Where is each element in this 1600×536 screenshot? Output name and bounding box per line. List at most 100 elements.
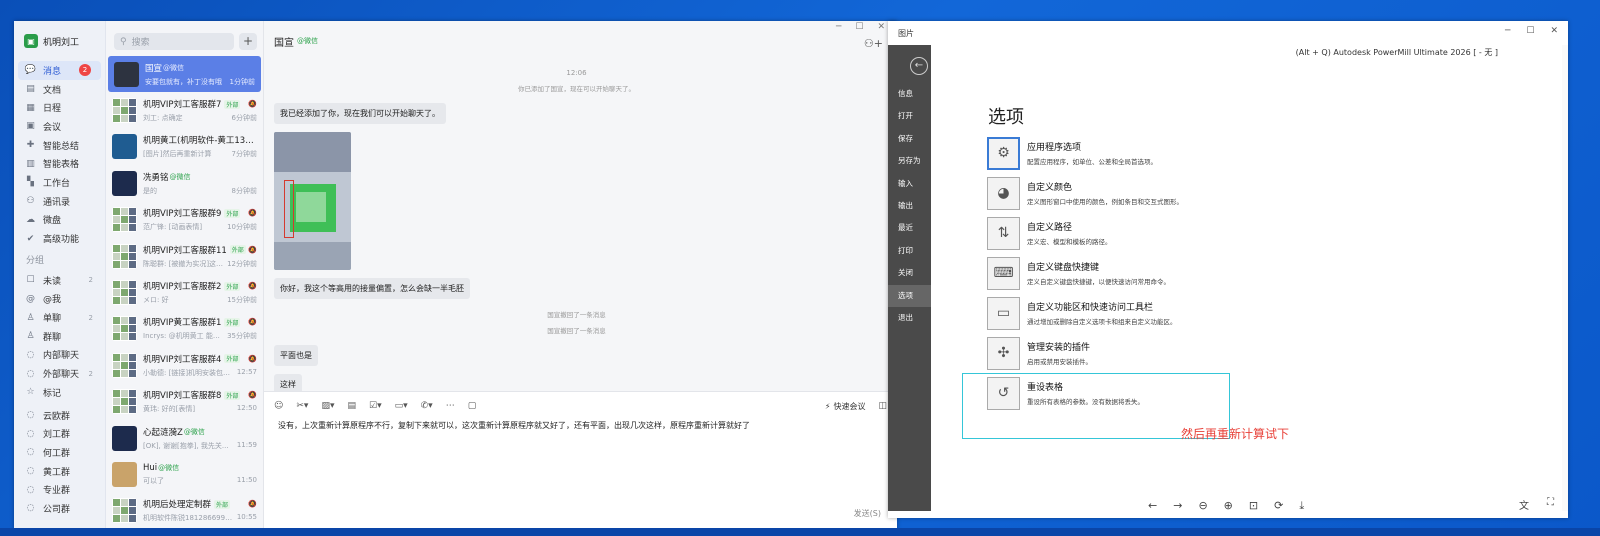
group-item-2[interactable]: ♙ 单聊 2 — [14, 308, 105, 327]
fit-icon[interactable]: ⊡ — [1249, 499, 1258, 512]
conversation-item[interactable]: 机明VIP刘工客服群4 外部 🔕 小勒德: [链接]机明安装包和... 12:57 — [106, 347, 263, 383]
folder-item-4[interactable]: ◌ 专业群 — [14, 480, 105, 499]
folder-item-3[interactable]: ◌ 黄工群 — [14, 462, 105, 481]
zoom-out-icon[interactable]: ⊖ — [1198, 499, 1207, 512]
minimize-icon[interactable]: ─ — [1505, 26, 1510, 36]
backstage-item[interactable]: 输入 — [888, 173, 931, 195]
sidebar-item-6[interactable]: ▚ 工作台 — [14, 173, 105, 192]
more-icon[interactable]: ⋯ — [446, 401, 455, 411]
option-item[interactable]: ✣ 管理安装的插件 启用或禁用安装插件。 — [987, 333, 1267, 373]
group-item-5[interactable]: ◌ 外部聊天 2 — [14, 364, 105, 383]
rotate-icon[interactable]: ⟳ — [1274, 499, 1283, 512]
option-item[interactable]: ◕ 自定义颜色 定义图形窗口中使用的颜色，例如条目和交互式图形。 — [987, 173, 1267, 213]
add-button[interactable]: + — [239, 33, 257, 50]
message-icon: 💬 — [24, 65, 37, 76]
sidebar-item-2[interactable]: ▦ 日程 — [14, 98, 105, 117]
quick-meeting-label: 快速会议 — [833, 401, 866, 411]
backstage-item[interactable]: 关闭 — [888, 262, 931, 284]
message-bubble[interactable]: 我已经添加了你，现在我们可以开始聊天了。 — [274, 103, 446, 124]
fullscreen-icon[interactable]: ⛶ — [1547, 497, 1554, 512]
backstage-item[interactable]: 选项 — [888, 284, 931, 307]
maximize-icon[interactable]: ☐ — [855, 22, 863, 32]
sidebar-item-5[interactable]: ▥ 智能表格 — [14, 154, 105, 173]
message-bubble[interactable]: 平面也是 — [274, 345, 318, 366]
profile[interactable]: ▣ 机明刘工 — [14, 21, 105, 61]
sidebar-item-7[interactable]: ⚇ 通讯录 — [14, 192, 105, 211]
next-icon[interactable]: → — [1173, 499, 1182, 512]
conversation-item[interactable]: 机明VIP刘工客服群2 外部 🔕 メロ: 好 15分钟前 — [106, 274, 263, 310]
backstage-item[interactable]: 另存为 — [888, 150, 931, 172]
folder-item-2[interactable]: ◌ 何工群 — [14, 443, 105, 462]
sidebar-item-1[interactable]: ▤ 文档 — [14, 80, 105, 99]
conversation-text: 机明后处理定制群 外部 🔕 机明软件陈锐1812866998... 10:55 — [143, 498, 257, 523]
group-item-6[interactable]: ☆ 标记 — [14, 383, 105, 402]
folder-item-1[interactable]: ◌ 刘工群 — [14, 424, 105, 443]
option-item[interactable]: ⌨ 自定义键盘快捷键 定义自定义键盘快捷键，以便快速访问常用命令。 — [987, 253, 1267, 293]
folder-item-0[interactable]: ◌ 云欧群 — [14, 406, 105, 425]
quick-meeting-button[interactable]: ⚡ 快速会议 — [825, 401, 866, 412]
add-member-icon[interactable]: ⚇+ — [864, 37, 883, 50]
phone-icon[interactable]: ✆▾ — [421, 401, 433, 411]
message-input[interactable]: 没有，上次重新计算原程序不行，复制下来就可以，这次重新计算原程序就又好了，还有平… — [264, 414, 897, 437]
conversation-item[interactable]: 机明后处理定制群 外部 🔕 机明软件陈锐1812866998... 10:55 — [106, 493, 263, 529]
sidebar-item-9[interactable]: ✔ 高级功能 — [14, 229, 105, 248]
conversation-item[interactable]: 机明黄工(机明软件-黄工13688... [图片]然后再重新计算 7分钟前 — [106, 129, 263, 165]
checklist-icon[interactable]: ☑▾ — [369, 401, 382, 411]
message-bubble[interactable]: 你好，我这个等高用的接量偏置，怎么会缺一半毛胚 — [274, 278, 470, 299]
backstage-item[interactable]: 退出 — [888, 307, 931, 329]
sidebar-item-0[interactable]: 💬 消息 2 — [18, 61, 101, 80]
back-arrow-icon[interactable]: ← — [910, 57, 928, 75]
option-item[interactable]: ⚙ 应用程序选项 配置应用程序，如单位、公差和全局首选项。 — [987, 133, 1267, 173]
image-icon[interactable]: ▨▾ — [321, 401, 334, 411]
folder-icon[interactable]: ▭▾ — [395, 401, 408, 411]
conversation-time: 7分钟前 — [231, 150, 257, 159]
conversation-item[interactable]: 机明VIP刘工客服群9 外部 🔕 范广锋: [动画表情] 10分钟前 — [106, 202, 263, 238]
backstage-item[interactable]: 输出 — [888, 195, 931, 217]
scrollbar[interactable] — [1562, 45, 1568, 511]
wechat-tag: @微信 — [158, 463, 180, 472]
conversation-item[interactable]: 冼勇铭 @微信 是的 8分钟前 — [106, 165, 263, 201]
scissors-icon[interactable]: ✂▾ — [296, 401, 308, 411]
sidebar-toggle-icon[interactable]: ◫ — [878, 401, 887, 411]
zoom-in-icon[interactable]: ⊕ — [1224, 499, 1233, 512]
backstage-item[interactable]: 信息 — [888, 83, 931, 105]
wecom-window: ▣ 机明刘工 💬 消息 2 ▤ 文档 ▦ 日程 ▣ 会议 ✚ 智能总结 ▥ 智能表格 ▚ 工作台 ⚇ 通讯录 ☁ 微… — [14, 21, 897, 529]
close-icon[interactable]: ✕ — [1550, 26, 1558, 36]
message-image[interactable] — [274, 132, 351, 270]
group-item-3[interactable]: ♙ 群聊 — [14, 327, 105, 346]
avatar — [112, 207, 137, 233]
maximize-icon[interactable]: ☐ — [1526, 26, 1534, 36]
backstage-item[interactable]: 保存 — [888, 128, 931, 150]
conversation-item[interactable]: Hui @微信 可以了 11:50 — [106, 456, 263, 492]
bubble-icon[interactable]: ▢ — [468, 401, 477, 411]
backstage-item[interactable]: 最近 — [888, 217, 931, 239]
option-item[interactable]: ⇅ 自定义路径 定义宏、模型和模板的路径。 — [987, 213, 1267, 253]
group-item-0[interactable]: ☐ 未读 2 — [14, 271, 105, 290]
internal-chat-icon: ◌ — [26, 349, 35, 360]
conversation-text: 心起涟漪Z @微信 [OK], 谢谢[抱拳], 我先关... 11:59 — [143, 426, 257, 451]
group-item-4[interactable]: ◌ 内部聊天 — [14, 346, 105, 365]
option-item[interactable]: ▭ 自定义功能区和快速访问工具栏 通过增加或删除自定义选项卡和组来自定义功能区。 — [987, 293, 1267, 333]
translate-icon[interactable]: 文 — [1519, 497, 1529, 512]
sidebar-item-8[interactable]: ☁ 微盘 — [14, 211, 105, 230]
conversation-item[interactable]: 心起涟漪Z @微信 [OK], 谢谢[抱拳], 我先关... 11:59 — [106, 420, 263, 456]
minimize-icon[interactable]: ─ — [836, 22, 841, 32]
backstage-item[interactable]: 打开 — [888, 105, 931, 127]
send-button[interactable]: 发送(S) — [854, 508, 881, 519]
conversation-item[interactable]: 机明VIP刘工客服群7 外部 🔕 刘工: 点确定 6分钟前 — [106, 92, 263, 128]
conversation-item[interactable]: 机明VIP刘工客服群11 外部 🔕 陈聪群: [被撤为实况]这样... 12分钟前 — [106, 238, 263, 274]
backstage-item[interactable]: 打印 — [888, 240, 931, 262]
close-icon[interactable]: ✕ — [877, 22, 885, 32]
search-input[interactable]: ⚲ 搜索 — [114, 33, 234, 50]
conversation-item[interactable]: 机明VIP刘工客服群8 外部 🔕 黄玮: 好的[表情] 12:50 — [106, 384, 263, 420]
emoji-icon[interactable]: ☺ — [274, 401, 283, 411]
sidebar-item-4[interactable]: ✚ 智能总结 — [14, 136, 105, 155]
doc-icon[interactable]: ▤ — [347, 401, 356, 411]
previous-icon[interactable]: ← — [1148, 499, 1157, 512]
conversation-item[interactable]: 国宣 @微信 安要包就有，补丁没有哦 1分钟前 — [108, 56, 261, 93]
folder-item-5[interactable]: ◌ 公司群 — [14, 499, 105, 518]
sidebar-item-3[interactable]: ▣ 会议 — [14, 117, 105, 136]
save-icon[interactable]: ⤓ — [1299, 499, 1304, 513]
group-item-1[interactable]: @ @我 — [14, 290, 105, 309]
conversation-item[interactable]: 机明VIP黄工客服群1 外部 🔕 Incrys: @机明黄工 能定... 35分钟前 — [106, 311, 263, 347]
